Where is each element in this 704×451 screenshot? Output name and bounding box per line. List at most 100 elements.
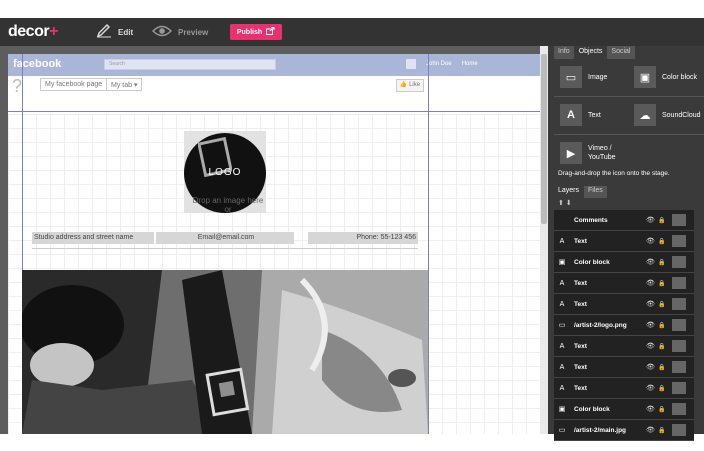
sidebar-tabs: Info Objects Social — [554, 46, 635, 59]
sidebar-panel: Info Objects Social ▭ Image ▣ Color bloc… — [548, 46, 704, 441]
eye-icon[interactable]: 👁 — [646, 216, 658, 224]
layer-item[interactable]: A Text 👁 🔒 — [554, 273, 694, 294]
layer-thumbnail — [672, 424, 686, 436]
text-icon: A — [559, 363, 565, 371]
guide-line — [428, 54, 429, 434]
lock-icon[interactable]: 🔒 — [658, 406, 672, 413]
tab-social[interactable]: Social — [607, 46, 635, 59]
eye-icon[interactable]: 👁 — [646, 384, 658, 392]
my-tab-dropdown: My tab ▾ — [106, 78, 143, 91]
image-icon: ▭ — [558, 322, 566, 329]
layer-item[interactable]: A Text 👁 🔒 — [554, 231, 694, 252]
text-icon: A — [559, 279, 565, 287]
object-color-block[interactable]: ▣ Color block — [634, 60, 697, 94]
soundcloud-icon: ☁ — [634, 104, 656, 126]
divider — [554, 96, 704, 97]
text-icon: A — [559, 342, 565, 350]
text-icon: A — [559, 300, 565, 308]
layer-thumbnail — [672, 235, 686, 247]
video-icon: ▶ — [560, 142, 582, 164]
lock-icon[interactable]: 🔒 — [658, 301, 672, 308]
drop-image-hint: Drop an image here or — [192, 196, 264, 214]
address-text[interactable]: Studio address and street name — [32, 232, 154, 244]
eye-icon[interactable]: 👁 — [646, 342, 658, 350]
phone-text[interactable]: Phone: 55-123 456 — [308, 232, 418, 244]
logo-text: LOGO — [208, 167, 242, 178]
facebook-user-area: John Doe Home — [406, 59, 478, 69]
ruler-horizontal — [0, 46, 548, 54]
layer-thumbnail — [672, 298, 686, 310]
objects-grid: ▭ Image ▣ Color block A Text ☁ SoundClou… — [554, 60, 704, 168]
layer-item[interactable]: A Text 👁 🔒 — [554, 378, 694, 399]
like-button: 👍 Like — [396, 79, 424, 92]
facebook-page-tabs: ? My facebook page My tab ▾ 👍 Like — [8, 76, 540, 98]
object-text[interactable]: A Text — [560, 98, 601, 132]
facebook-home-link: Home — [461, 61, 478, 67]
facebook-logo: facebook — [13, 58, 62, 70]
facebook-page-tab: My facebook page — [40, 78, 108, 91]
layer-thumbnail — [672, 256, 686, 268]
lock-icon[interactable]: 🔒 — [658, 322, 672, 329]
layers-list: Comments 👁 🔒 A Text 👁 🔒 ▣ Color block 👁 🔒 A Text 👁… — [554, 210, 694, 441]
tab-layers[interactable]: Layers — [554, 186, 584, 198]
eye-icon[interactable]: 👁 — [646, 321, 658, 329]
lock-icon[interactable]: 🔒 — [658, 259, 672, 266]
email-text[interactable]: Email@email.com — [156, 232, 294, 244]
layer-item[interactable]: ▭/artist-2/main.jpg 👁 🔒 — [554, 420, 694, 441]
eye-icon[interactable]: 👁 — [646, 405, 658, 413]
tab-info[interactable]: Info — [554, 46, 574, 59]
layer-item[interactable]: ▣ Color block 👁 🔒 — [554, 399, 694, 420]
layer-item[interactable]: A Text 👁 🔒 — [554, 294, 694, 315]
pencil-icon — [96, 24, 112, 40]
layer-item[interactable]: ▣ Color block 👁 🔒 — [554, 252, 694, 273]
lock-icon[interactable]: 🔒 — [658, 364, 672, 371]
stage-scrollbar[interactable] — [540, 46, 548, 434]
object-soundcloud[interactable]: ☁ SoundCloud — [634, 98, 701, 132]
edit-button[interactable]: Edit — [96, 23, 133, 41]
lock-icon[interactable]: 🔒 — [658, 238, 672, 245]
text-icon: A — [560, 104, 582, 126]
object-video[interactable]: ▶ Vimeo / YouTube — [560, 136, 628, 170]
scroll-thumb[interactable] — [541, 54, 547, 224]
guide-line — [8, 111, 540, 112]
lock-icon[interactable]: 🔒 — [658, 343, 672, 350]
tab-objects[interactable]: Objects — [574, 46, 607, 59]
reorder-arrows[interactable]: ⬆ ⬇ — [558, 199, 572, 207]
eye-icon[interactable]: 👁 — [646, 363, 658, 371]
eye-icon[interactable]: 👁 — [646, 426, 658, 434]
main-photo[interactable] — [22, 270, 428, 434]
preview-button[interactable]: Preview — [152, 23, 208, 41]
layer-thumbnail — [672, 277, 686, 289]
layer-thumbnail — [672, 214, 686, 226]
eye-icon[interactable]: 👁 — [646, 279, 658, 287]
lock-icon[interactable]: 🔒 — [658, 385, 672, 392]
color-block-icon: ▣ — [558, 259, 566, 266]
stage-canvas[interactable]: facebook Search John Doe Home ? My faceb… — [8, 54, 540, 434]
eye-icon[interactable]: 👁 — [646, 237, 658, 245]
tab-files[interactable]: Files — [584, 186, 607, 198]
divider — [32, 248, 418, 249]
facebook-search-input: Search — [104, 59, 276, 70]
publish-button[interactable]: Publish — [230, 24, 282, 40]
layer-item[interactable]: Comments 👁 🔒 — [554, 210, 694, 231]
layer-thumbnail — [672, 361, 686, 373]
eye-icon[interactable]: 👁 — [646, 258, 658, 266]
eye-icon[interactable]: 👁 — [646, 300, 658, 308]
image-icon: ▭ — [560, 66, 582, 88]
preview-label: Preview — [178, 27, 209, 37]
layer-thumbnail — [672, 403, 686, 415]
text-icon: A — [559, 237, 565, 245]
object-image[interactable]: ▭ Image — [560, 60, 607, 94]
layer-thumbnail — [672, 319, 686, 331]
layer-item[interactable]: ▭/artist-2/logo.png 👁 🔒 — [554, 315, 694, 336]
ruler-vertical — [0, 54, 8, 434]
lock-icon[interactable]: 🔒 — [658, 280, 672, 287]
layer-item[interactable]: A Text 👁 🔒 — [554, 357, 694, 378]
top-toolbar: decor+ Edit Preview Publish — [0, 18, 704, 46]
layer-item[interactable]: A Text 👁 🔒 — [554, 336, 694, 357]
app-logo: decor+ — [8, 23, 58, 40]
app-window: decor+ Edit Preview Publish facebook Sea… — [0, 0, 704, 451]
lock-icon[interactable]: 🔒 — [658, 217, 672, 224]
publish-label: Publish — [236, 28, 263, 36]
lock-icon[interactable]: 🔒 — [658, 427, 672, 434]
